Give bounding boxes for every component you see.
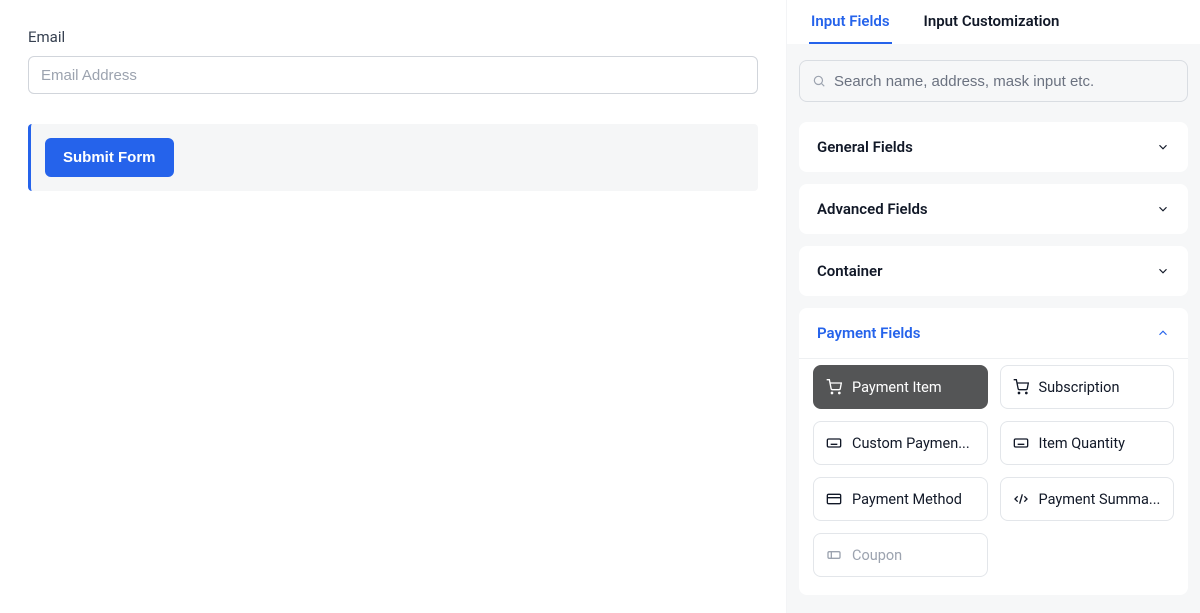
sidebar-body: General Fields Advanced Fields [787,44,1200,613]
form-canvas: Email Submit Form [0,0,786,613]
payment-fields-body: Payment Item Subscription [799,358,1188,595]
chevron-down-icon [1156,140,1170,154]
section-container: Container [799,246,1188,296]
sidebar-tabs: Input Fields Input Customization [787,0,1200,44]
right-sidebar: Input Fields Input Customization General… [786,0,1200,613]
tab-input-fields[interactable]: Input Fields [809,0,892,44]
search-box[interactable] [799,60,1188,102]
field-card-label: Custom Paymen... [852,435,970,452]
section-payment-fields: Payment Fields Payment Item [799,308,1188,595]
section-header-container[interactable]: Container [799,246,1188,296]
section-title: Payment Fields [817,324,920,342]
field-card-label: Subscription [1039,379,1120,396]
code-icon [1013,491,1029,507]
keyboard-icon [826,435,842,451]
field-card-payment-item[interactable]: Payment Item [813,365,988,409]
section-title: Advanced Fields [817,200,928,218]
search-input[interactable] [834,73,1175,90]
email-field-group: Email [28,28,758,94]
section-title: Container [817,262,883,280]
email-field[interactable] [28,56,758,94]
field-card-item-quantity[interactable]: Item Quantity [1000,421,1175,465]
field-card-payment-method[interactable]: Payment Method [813,477,988,521]
section-title: General Fields [817,138,913,156]
field-card-subscription[interactable]: Subscription [1000,365,1175,409]
cart-icon [826,379,842,395]
email-label: Email [28,28,758,46]
ticket-icon [826,547,842,563]
cart-icon [1013,379,1029,395]
submit-area[interactable]: Submit Form [28,124,758,191]
keyboard-icon [1013,435,1029,451]
field-card-label: Payment Item [852,379,942,396]
field-card-payment-summary[interactable]: Payment Summa... [1000,477,1175,521]
search-icon [812,74,826,88]
chevron-up-icon [1156,326,1170,340]
chevron-down-icon [1156,202,1170,216]
chevron-down-icon [1156,264,1170,278]
submit-button[interactable]: Submit Form [45,138,174,177]
field-card-label: Payment Summa... [1039,491,1161,508]
field-card-label: Item Quantity [1039,435,1125,452]
field-card-label: Payment Method [852,491,962,508]
section-general-fields: General Fields [799,122,1188,172]
section-header-general[interactable]: General Fields [799,122,1188,172]
field-card-custom-payment[interactable]: Custom Paymen... [813,421,988,465]
field-card-coupon[interactable]: Coupon [813,533,988,577]
field-card-label: Coupon [852,547,902,564]
section-advanced-fields: Advanced Fields [799,184,1188,234]
section-header-advanced[interactable]: Advanced Fields [799,184,1188,234]
tab-input-customization[interactable]: Input Customization [922,0,1062,44]
credit-card-icon [826,491,842,507]
section-header-payment[interactable]: Payment Fields [799,308,1188,358]
